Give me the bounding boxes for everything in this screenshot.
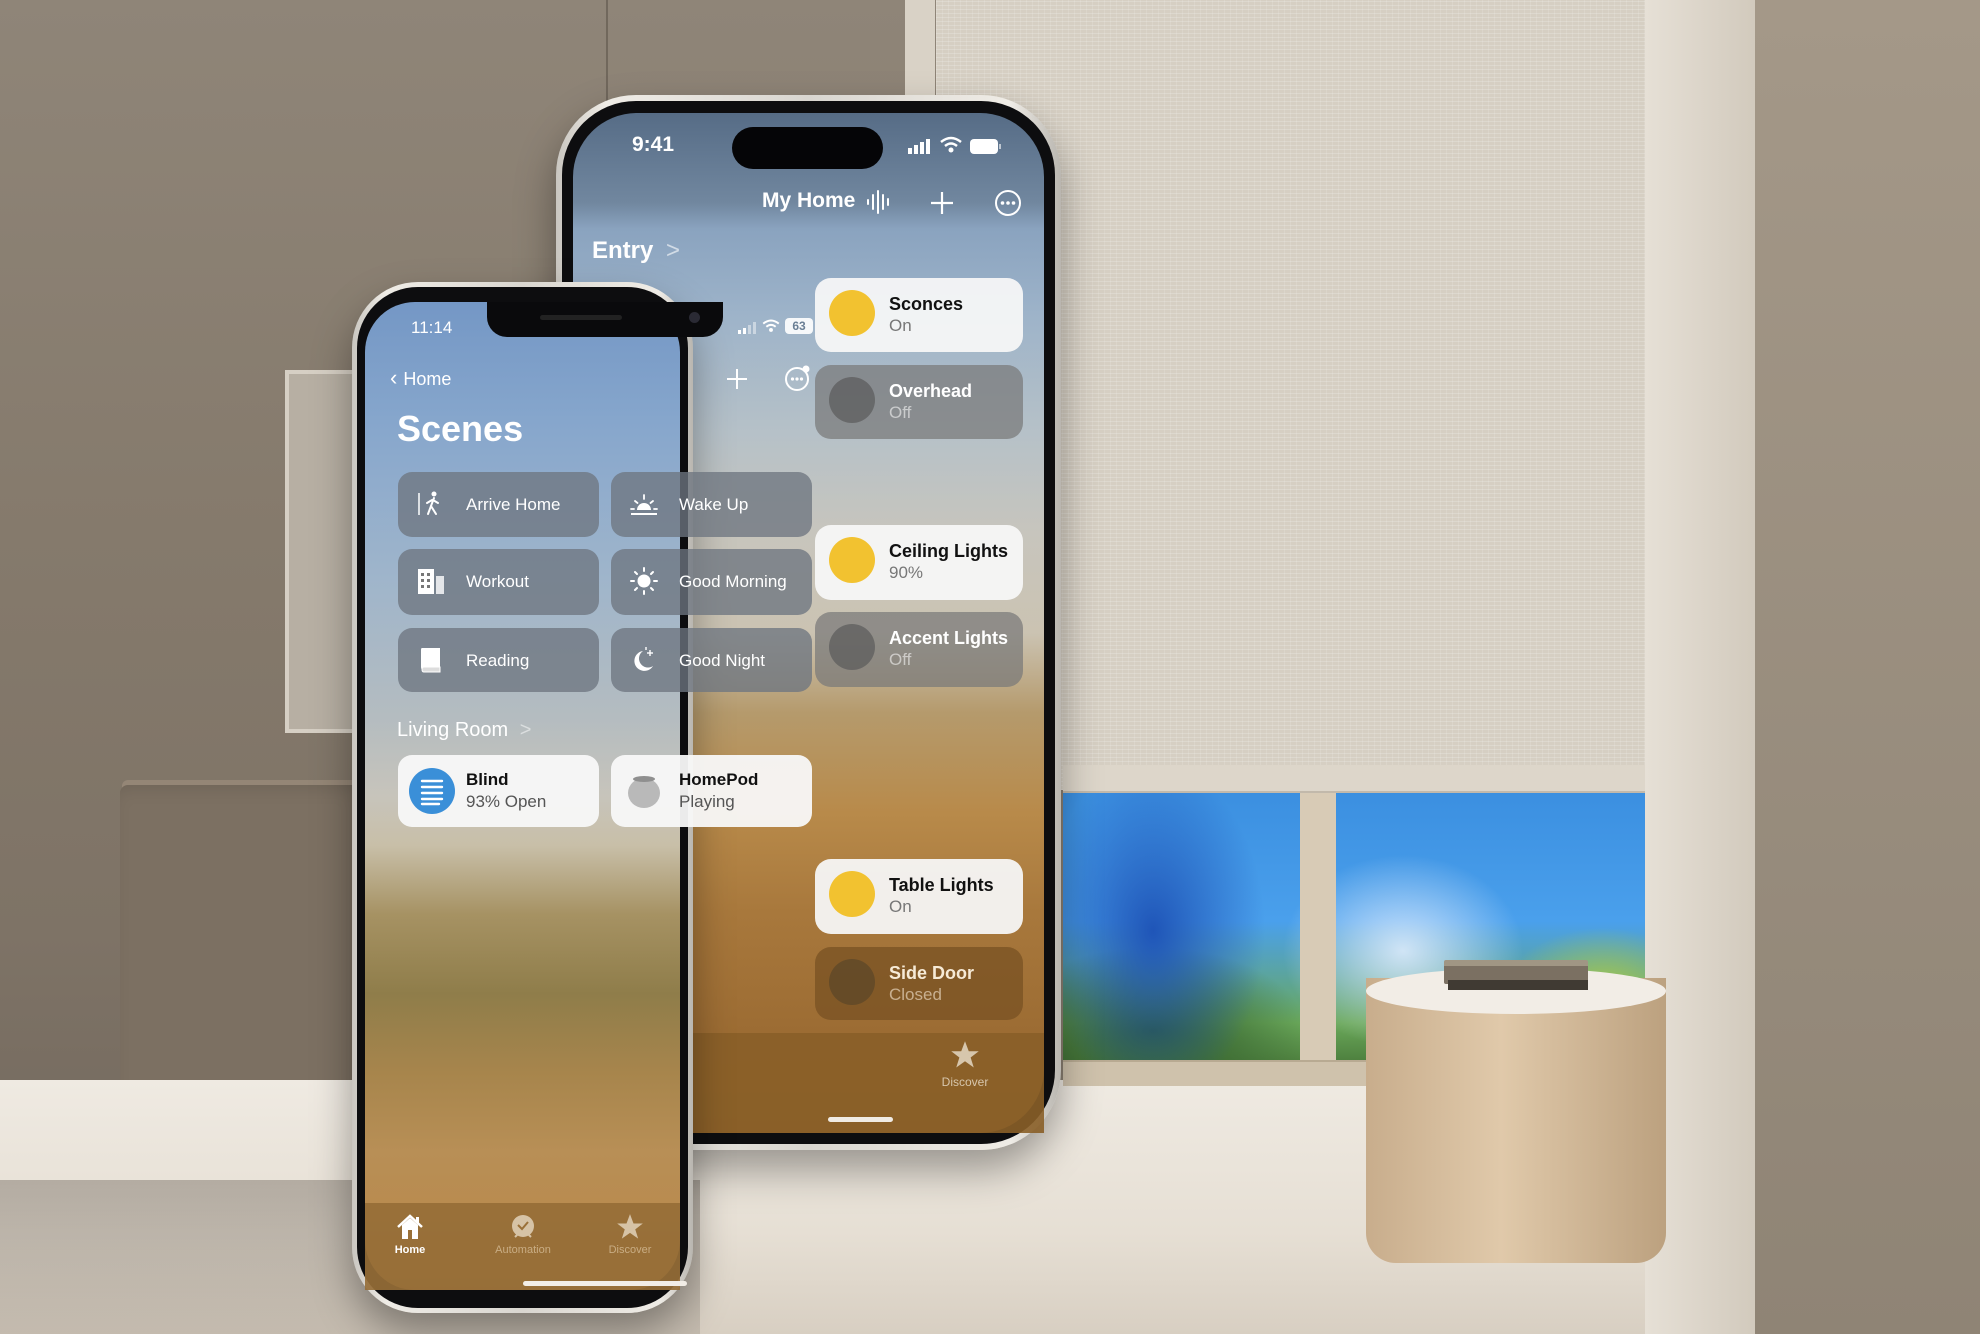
accessory-name: Ceiling Lights <box>889 541 1008 561</box>
table-lamp-icon <box>829 871 875 917</box>
accessory-tile-side-door[interactable]: Side Door Closed <box>815 947 1023 1020</box>
tab-label: Discover <box>941 1075 989 1089</box>
accessory-state: Closed <box>889 985 942 1004</box>
tab-label: Home <box>394 1244 426 1256</box>
home-indicator[interactable] <box>828 1117 893 1122</box>
accessory-name: Sconces <box>889 294 964 314</box>
scene-label: Reading <box>466 651 530 670</box>
tab-label: Discover <box>608 1244 652 1256</box>
sconce-icon <box>829 290 875 336</box>
accessory-state: Off <box>889 403 912 422</box>
window-mullion <box>1300 791 1336 1081</box>
blind-icon <box>409 768 455 814</box>
chevron-right-icon: > <box>666 237 681 264</box>
accessory-tile-ceiling-lights[interactable]: Ceiling Lights 90% <box>815 525 1023 600</box>
accessory-tile-table-lights[interactable]: Table Lights On <box>815 859 1023 934</box>
sunrise-icon <box>630 494 658 515</box>
bulb-icon <box>829 377 875 423</box>
tab-discover[interactable]: Discover <box>585 1213 675 1256</box>
front-camera <box>689 312 700 323</box>
homepod-icon <box>628 776 660 808</box>
battery-icon: 63 <box>785 318 813 334</box>
back-button[interactable]: ‹ Home <box>390 365 451 391</box>
clock-check-icon <box>512 1215 534 1238</box>
accessory-state: 93% Open <box>466 792 547 811</box>
accessory-state: On <box>889 897 912 916</box>
door-icon <box>829 959 875 1005</box>
tab-label: Automation <box>495 1244 551 1256</box>
accessory-name: HomePod <box>679 770 759 789</box>
tab-automation[interactable]: Automation <box>478 1213 568 1256</box>
home-indicator[interactable] <box>523 1281 687 1286</box>
wifi-icon <box>762 319 780 338</box>
accessory-tile-sconces[interactable]: Sconces On <box>815 278 1023 352</box>
plus-icon[interactable] <box>726 368 748 395</box>
status-time: 11:14 <box>411 318 453 337</box>
accessory-state: On <box>889 316 912 335</box>
accessory-state: 90% <box>889 563 924 582</box>
accessory-tile-blind[interactable]: Blind 93% Open <box>398 755 599 827</box>
wifi-icon <box>940 136 962 159</box>
cellular-signal-icon <box>738 321 758 339</box>
plus-icon[interactable] <box>930 191 954 220</box>
page-title: Scenes <box>397 408 524 449</box>
more-icon[interactable] <box>784 364 812 397</box>
accessory-name: Accent Lights <box>889 628 1009 648</box>
accent-light-icon <box>829 624 875 670</box>
accessory-name: Blind <box>466 770 509 789</box>
book-icon <box>421 648 441 673</box>
accessory-tile-homepod[interactable]: HomePod Playing <box>611 755 812 827</box>
waveform-icon[interactable] <box>866 189 892 220</box>
star-icon <box>951 1041 979 1068</box>
house-icon <box>397 1214 423 1239</box>
battery-icon <box>970 139 1002 159</box>
more-icon[interactable] <box>994 189 1022 222</box>
star-icon <box>617 1214 643 1239</box>
accessory-state: Off <box>889 650 912 669</box>
moon-stars-icon <box>634 647 653 671</box>
scene-label: Good Night <box>679 651 765 670</box>
cellular-signal-icon <box>908 138 932 159</box>
dynamic-island <box>732 127 883 169</box>
status-time: 9:41 <box>632 133 675 156</box>
chevron-right-icon: > <box>519 719 532 741</box>
accessory-name: Overhead <box>889 381 973 401</box>
right-wall <box>1755 0 1980 1334</box>
blind-bottom-rail <box>1063 765 1645 793</box>
scene-label: Workout <box>466 572 529 591</box>
accessory-name: Table Lights <box>889 875 994 895</box>
back-label: Home <box>403 369 452 389</box>
earpiece-speaker <box>540 315 622 320</box>
section-living-room[interactable]: Living Room > <box>397 719 531 742</box>
scene-good-morning[interactable]: Good Morning <box>611 549 812 615</box>
tab-home[interactable]: Home <box>365 1213 455 1256</box>
tab-discover[interactable]: Discover <box>940 1040 990 1089</box>
scene-good-night[interactable]: Good Night <box>611 628 812 692</box>
section-label: Entry <box>592 237 654 264</box>
scene-label: Wake Up <box>679 495 749 514</box>
book <box>1448 980 1588 990</box>
home-title-button[interactable]: My Home <box>762 189 855 213</box>
scene-workout[interactable]: Workout <box>398 549 599 615</box>
section-entry[interactable]: Entry > <box>592 237 680 265</box>
sun-icon <box>630 567 658 595</box>
ceiling-light-icon <box>829 537 875 583</box>
chevron-left-icon: ‹ <box>390 365 398 390</box>
accessory-tile-accent-lights[interactable]: Accent Lights Off <box>815 612 1023 687</box>
scene-label: Good Morning <box>679 572 787 591</box>
accessory-name: Side Door <box>889 963 975 983</box>
scene-label: Arrive Home <box>466 495 561 514</box>
walking-person-icon <box>418 491 439 515</box>
scene-wake-up[interactable]: Wake Up <box>611 472 812 537</box>
front-tab-bar: Home Automation Discover <box>365 1203 680 1290</box>
scene-arrive-home[interactable]: Arrive Home <box>398 472 599 537</box>
battery-level: 63 <box>792 319 806 333</box>
wooden-stool <box>1366 978 1666 1263</box>
scene-reading[interactable]: Reading <box>398 628 599 692</box>
section-label: Living Room <box>397 719 509 741</box>
accessory-state: Playing <box>679 792 735 811</box>
building-icon <box>418 569 444 594</box>
accessory-tile-overhead[interactable]: Overhead Off <box>815 365 1023 439</box>
